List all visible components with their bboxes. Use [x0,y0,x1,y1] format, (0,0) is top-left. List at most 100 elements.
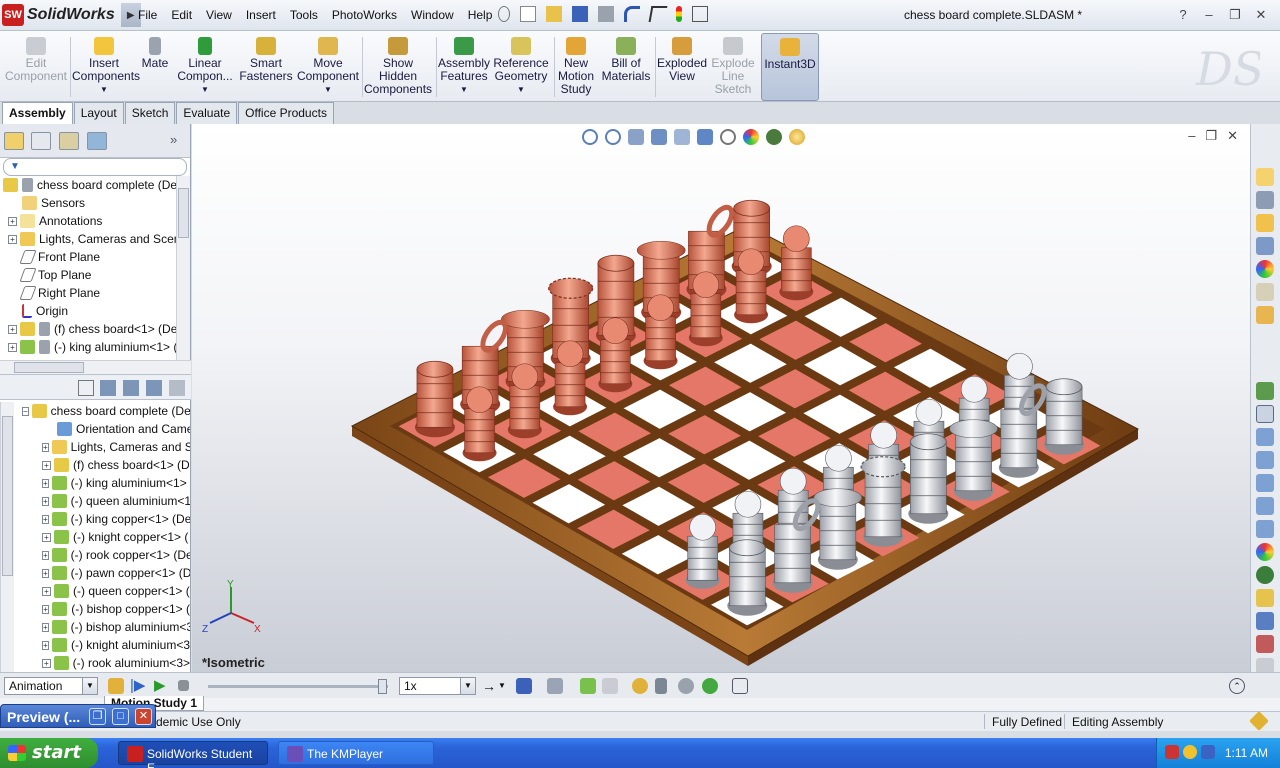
aluminium-rook[interactable] [1044,378,1085,455]
pin-icon[interactable] [498,6,510,22]
collapse-icon[interactable]: − [22,406,29,416]
motion-tool-6-icon[interactable] [1256,612,1274,630]
gravity-icon[interactable] [702,678,718,694]
menu-tools[interactable]: Tools [290,8,318,22]
aluminium-bishop[interactable] [813,488,863,570]
aluminium-bishop[interactable] [949,419,998,501]
feature-tree-row[interactable]: Sensors [0,194,190,212]
filter-driving-icon[interactable] [123,380,139,396]
motion-tool-4-icon[interactable] [1256,497,1274,515]
custom-properties-icon[interactable] [1256,283,1274,301]
aluminium-rook[interactable] [727,539,768,616]
motion-tree-row[interactable]: + (-) queen aluminium<1 [0,492,190,510]
copper-pawn[interactable] [553,340,588,416]
rebuild-traffic-light-icon[interactable] [676,6,682,22]
playback-slider[interactable] [208,679,388,694]
tab-layout[interactable]: Layout [73,102,124,124]
expand-icon[interactable]: + [8,216,17,226]
preview-maximize-icon[interactable]: □ [112,708,129,725]
feature-tree-row[interactable]: Origin [0,302,190,320]
tab-assembly[interactable]: Assembly [2,102,73,124]
motion-tree-row[interactable]: + (-) bishop aluminium<3 [0,618,190,636]
contact-icon[interactable] [678,678,694,694]
motion-tree-row[interactable]: − chess board complete (Def [0,402,190,420]
view-palette-icon[interactable] [1256,237,1274,255]
restore-icon[interactable]: ❐ [1226,7,1244,23]
feature-tree-row[interactable]: + (f) chess board<1> (De [0,320,190,338]
expand-icon[interactable]: + [8,324,17,334]
filter-selected-icon[interactable] [146,380,162,396]
motion-tree-row[interactable]: + Lights, Cameras and Sc [0,438,190,456]
minimize-icon[interactable]: – [1200,7,1218,23]
motion-tree-row[interactable]: + (-) knight aluminium<3 [0,636,190,654]
expand-icon[interactable]: + [42,604,50,614]
assembly-features-button[interactable]: Assembly Features ▼ [438,33,490,101]
chess-board-model[interactable] [192,124,1250,672]
motion-tree-row[interactable]: + (-) rook copper<1> (De [0,546,190,564]
select-arrow-icon[interactable] [648,6,668,22]
copper-pawn[interactable] [643,294,678,370]
linear-component-pattern-button[interactable]: Linear Compon... ▼ [174,33,236,101]
start-button[interactable]: start [0,738,98,768]
taskbar-item-solidworks[interactable]: SolidWorks Student E... [118,741,268,768]
menu-edit[interactable]: Edit [171,8,192,22]
move-component-button[interactable]: Move Component ▼ [296,33,360,101]
playback-speed-select[interactable]: 1x ▼ [399,677,476,695]
copper-rook[interactable] [414,360,455,438]
motion-tool-1-icon[interactable] [1256,428,1274,446]
play-from-start-icon[interactable]: |▶ [130,678,146,694]
scroll-thumb[interactable] [2,416,13,576]
slider-knob[interactable] [378,679,387,694]
scroll-thumb[interactable] [178,188,189,238]
add-key-icon[interactable] [602,678,618,694]
expand-icon[interactable]: + [8,234,17,244]
motion-tool-5-icon[interactable] [1256,520,1274,538]
print-icon[interactable] [598,6,614,22]
preview-close-icon[interactable]: ✕ [135,708,152,725]
bill-of-materials-button[interactable]: Bill of Materials [600,33,652,101]
motion-scene-icon[interactable] [1256,566,1274,584]
motion-viewport-icon[interactable] [1256,405,1274,423]
preview-window[interactable]: Preview (... ❐ □ ✕ [0,704,156,728]
motion-database-icon[interactable] [1256,589,1274,607]
expand-icon[interactable]: + [42,460,51,470]
filter-icon[interactable] [78,380,94,396]
calculate-icon[interactable] [108,678,124,694]
instant3d-button[interactable]: Instant3D [761,33,819,101]
configuration-manager-tab-icon[interactable] [59,132,79,150]
motion-tree-row[interactable]: + (-) king aluminium<1> ( [0,474,190,492]
stop-icon[interactable] [178,680,189,691]
clock[interactable]: 1:11 AM [1225,746,1268,760]
animation-wizard-icon[interactable] [547,678,563,694]
feature-tree-row[interactable]: chess board complete (Def [0,176,190,194]
motion-tree-row[interactable]: + (f) chess board<1> (D [0,456,190,474]
property-manager-tab-icon[interactable] [31,132,51,150]
preview-restore-icon[interactable]: ❐ [89,708,106,725]
filter-results-icon[interactable] [169,380,185,396]
expand-icon[interactable]: + [42,586,51,596]
expand-icon[interactable]: + [42,658,51,668]
save-icon[interactable] [572,6,588,22]
scroll-thumb[interactable] [14,362,84,373]
taskbar-item-kmplayer[interactable]: The KMPlayer [278,741,434,765]
reference-geometry-button[interactable]: Reference Geometry ▼ [492,33,550,101]
collapse-motion-manager-icon[interactable]: ⌃ [1229,678,1245,694]
tab-office-products[interactable]: Office Products [238,102,334,124]
menu-view[interactable]: View [206,8,232,22]
motion-tree-row[interactable]: + (-) knight copper<1> ( [0,528,190,546]
motion-tree-row[interactable]: + (-) pawn copper<1> (D [0,564,190,582]
copper-pawn[interactable] [688,271,723,347]
motion-tree-row[interactable]: + (-) queen copper<1> ( [0,582,190,600]
expand-icon[interactable]: + [42,496,49,506]
menu-help[interactable]: Help [468,8,493,22]
expand-panel-icon[interactable]: » [170,132,190,150]
motion-tool-3-icon[interactable] [1256,474,1274,492]
explode-line-sketch-button[interactable]: Explode Line Sketch [710,33,756,101]
document-recovery-icon[interactable] [1256,306,1274,324]
motion-tree-row[interactable]: + (-) bishop copper<1> ( [0,600,190,618]
network-icon[interactable] [1165,745,1179,759]
menu-window[interactable]: Window [411,8,454,22]
copper-pawn[interactable] [462,386,497,462]
feature-tree-hscrollbar[interactable] [0,360,191,374]
mate-button[interactable]: Mate [138,33,172,101]
